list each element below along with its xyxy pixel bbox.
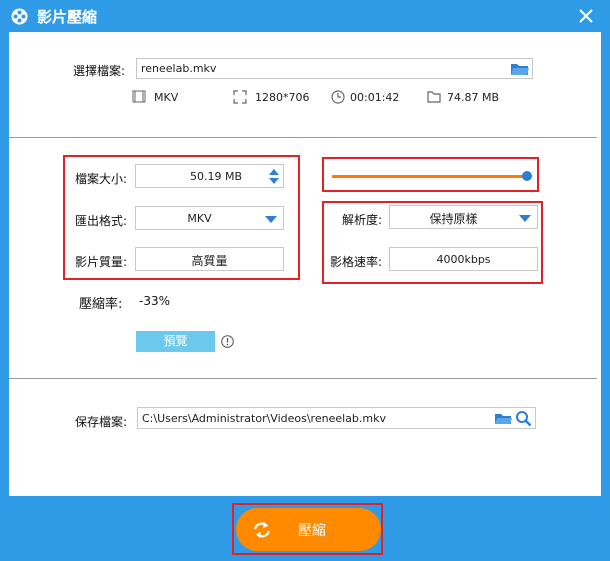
compression-ratio-value: -33% bbox=[139, 294, 171, 308]
output-path: C:\Users\Administrator\Videos\reneelab.m… bbox=[142, 412, 386, 425]
format-info: MKV bbox=[132, 90, 192, 104]
file-size-value: 50.19 MB bbox=[190, 170, 243, 183]
file-size-spinner[interactable]: 50.19 MB bbox=[135, 164, 284, 188]
spinner-arrows-icon[interactable] bbox=[268, 167, 280, 186]
video-compress-window: 影片壓縮 選擇檔案: reneelab.mkv MKV 1280*706 00:… bbox=[0, 0, 610, 561]
film-reel-icon bbox=[11, 8, 28, 25]
expand-icon bbox=[233, 90, 247, 104]
film-icon bbox=[132, 90, 146, 103]
refresh-icon bbox=[253, 522, 271, 538]
output-path-field[interactable]: C:\Users\Administrator\Videos\reneelab.m… bbox=[137, 407, 536, 429]
resolution-value: 1280*706 bbox=[255, 91, 310, 104]
info-icon[interactable] bbox=[221, 335, 234, 348]
chevron-down-icon bbox=[265, 216, 277, 223]
bitrate-field[interactable]: 4000kbps bbox=[389, 247, 538, 271]
output-label: 保存檔案: bbox=[75, 415, 128, 429]
resolution-label: 解析度: bbox=[342, 213, 383, 227]
window-title: 影片壓縮 bbox=[37, 8, 98, 26]
size-info: 74.87 MB bbox=[427, 90, 507, 104]
quality-value: 高質量 bbox=[191, 254, 228, 268]
source-file-path: reneelab.mkv bbox=[141, 62, 217, 75]
bitrate-value: 4000kbps bbox=[436, 253, 491, 266]
quality-label: 影片質量: bbox=[75, 255, 128, 269]
source-file-field[interactable]: reneelab.mkv bbox=[136, 58, 533, 79]
size-value: 74.87 MB bbox=[447, 91, 500, 104]
export-format-label: 匯出格式: bbox=[75, 214, 128, 228]
resolution-select-value: 保持原樣 bbox=[429, 212, 478, 226]
folder-outline-icon bbox=[427, 91, 441, 103]
compress-button-label: 壓縮 bbox=[298, 523, 326, 539]
bitrate-label: 影格速率: bbox=[330, 255, 383, 269]
resolution-select[interactable]: 保持原樣 bbox=[389, 205, 538, 229]
divider-top bbox=[9, 137, 597, 138]
folder-icon[interactable] bbox=[494, 411, 513, 426]
export-format-value: MKV bbox=[187, 212, 212, 225]
clock-icon bbox=[331, 90, 345, 104]
compression-slider-handle[interactable] bbox=[522, 171, 532, 181]
export-format-select[interactable]: MKV bbox=[135, 206, 284, 230]
duration-info: 00:01:42 bbox=[331, 90, 411, 104]
divider-bottom bbox=[9, 378, 597, 379]
title-bar: 影片壓縮 bbox=[0, 0, 610, 32]
search-icon[interactable] bbox=[515, 410, 532, 427]
format-value: MKV bbox=[154, 91, 179, 104]
duration-value: 00:01:42 bbox=[350, 91, 400, 104]
compression-ratio-label: 壓縮率: bbox=[79, 297, 123, 312]
resolution-info: 1280*706 bbox=[233, 90, 313, 104]
chevron-down-icon bbox=[519, 215, 531, 222]
quality-field[interactable]: 高質量 bbox=[135, 247, 284, 271]
file-size-label: 檔案大小: bbox=[75, 172, 128, 186]
source-file-label: 選擇檔案: bbox=[73, 64, 126, 78]
compression-slider-track[interactable] bbox=[332, 175, 527, 178]
folder-icon[interactable] bbox=[510, 61, 530, 77]
preview-button[interactable]: 預覽 bbox=[136, 331, 215, 352]
compress-button[interactable]: 壓縮 bbox=[236, 508, 381, 551]
close-icon[interactable] bbox=[574, 4, 598, 28]
